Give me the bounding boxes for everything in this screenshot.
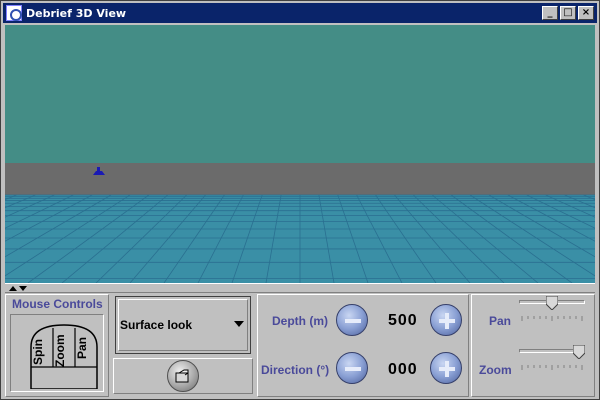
mouse-button-zoom: Zoom bbox=[53, 334, 67, 367]
pan-slider-thumb[interactable] bbox=[546, 296, 558, 310]
direction-decrease-button[interactable] bbox=[336, 352, 368, 384]
mouse-controls-panel: Mouse Controls Spin Zoom Pan bbox=[5, 294, 109, 397]
zoom-slider[interactable] bbox=[519, 345, 585, 371]
direction-label: Direction (°) bbox=[261, 363, 330, 377]
3d-viewport[interactable] bbox=[5, 25, 595, 283]
depth-label: Depth (m) bbox=[272, 314, 328, 328]
snapshot-button[interactable] bbox=[167, 360, 199, 392]
pan-slider-ticks bbox=[521, 316, 583, 321]
chevron-down-icon[interactable] bbox=[234, 321, 244, 327]
zoom-slider-thumb[interactable] bbox=[573, 345, 585, 359]
maximize-button[interactable]: □ bbox=[560, 6, 576, 20]
debrief-3d-window: Debrief 3D View _ □ × Mouse Controls Spi… bbox=[0, 0, 600, 400]
depth-increase-button[interactable] bbox=[430, 304, 462, 336]
plus-icon bbox=[439, 361, 455, 377]
direction-value: 000 bbox=[388, 361, 418, 378]
app-icon bbox=[6, 5, 22, 21]
window-controls: _ □ × bbox=[542, 6, 594, 20]
title-bar[interactable]: Debrief 3D View _ □ × bbox=[3, 3, 597, 23]
horizon-band bbox=[5, 163, 595, 195]
snapshot-area bbox=[113, 358, 253, 394]
mouse-button-spin: Spin bbox=[31, 339, 45, 365]
pan-label: Pan bbox=[489, 314, 512, 328]
close-button[interactable]: × bbox=[578, 6, 594, 20]
depth-decrease-button[interactable] bbox=[336, 304, 368, 336]
pan-zoom-panel: Pan Zoom bbox=[471, 294, 595, 397]
pan-slider[interactable] bbox=[519, 296, 585, 322]
mouse-diagram-box: Spin Zoom Pan bbox=[10, 314, 104, 392]
depth-direction-panel: Depth (m) 500 Direction (°) 000 bbox=[257, 294, 469, 397]
mouse-controls-title: Mouse Controls bbox=[12, 297, 103, 311]
zoom-label: Zoom bbox=[479, 363, 512, 377]
sky bbox=[5, 25, 595, 165]
3d-scene-canvas[interactable] bbox=[5, 25, 595, 283]
depth-value: 500 bbox=[388, 312, 418, 329]
view-mode-panel: Surface look bbox=[111, 294, 255, 397]
view-mode-value: Surface look bbox=[120, 318, 193, 332]
window-title: Debrief 3D View bbox=[26, 6, 127, 20]
minimize-button[interactable]: _ bbox=[542, 6, 558, 20]
view-mode-select[interactable]: Surface look bbox=[115, 296, 251, 354]
snapshot-icon bbox=[168, 361, 198, 391]
minus-icon bbox=[345, 367, 361, 371]
mouse-button-pan: Pan bbox=[75, 337, 89, 359]
mouse-icon: Spin Zoom Pan bbox=[30, 324, 98, 389]
zoom-slider-ticks bbox=[521, 365, 583, 370]
collapse-down-icon[interactable] bbox=[19, 286, 27, 291]
minus-icon bbox=[345, 319, 361, 323]
splitter-bar[interactable] bbox=[5, 283, 595, 293]
direction-increase-button[interactable] bbox=[430, 352, 462, 384]
plus-icon bbox=[439, 313, 455, 329]
expand-up-icon[interactable] bbox=[9, 286, 17, 291]
